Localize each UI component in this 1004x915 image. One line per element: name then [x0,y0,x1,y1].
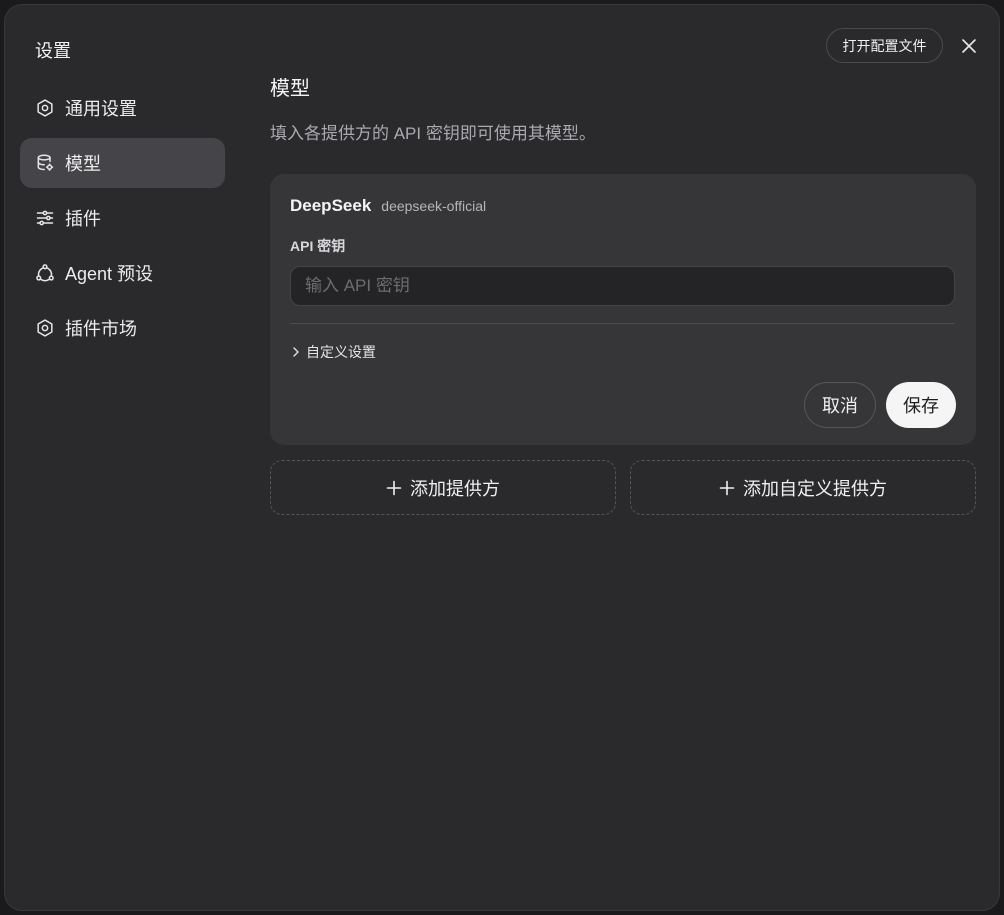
gear-icon [35,318,55,338]
add-provider-label: 添加提供方 [410,478,500,499]
sidebar-item-label: 通用设置 [65,99,137,119]
sidebar-item-plugins[interactable]: 插件 [20,193,225,243]
close-icon [962,39,976,53]
api-key-input[interactable] [290,266,955,306]
chevron-right-icon [290,346,302,358]
provider-name: DeepSeek [290,196,372,215]
gear-icon [35,98,55,118]
agent-icon [35,263,55,283]
sidebar-item-general[interactable]: 通用设置 [20,83,225,133]
dialog-title: 设置 [35,41,71,61]
main-panel: 模型 填入各提供方的 API 密钥即可使用其模型。 DeepSeek deeps… [270,75,976,515]
settings-dialog: 设置 打开配置文件 通用设置 模型 插件 Agent 预设 插件市场 模型 填入… [4,4,1000,911]
custom-settings-toggle[interactable]: 自定义设置 [290,342,376,362]
page-title: 模型 [270,78,310,100]
card-actions: 取消 保存 [804,382,956,428]
plus-icon [719,480,735,496]
sidebar-item-label: Agent 预设 [65,264,154,284]
sliders-icon [35,208,55,228]
database-icon [35,153,55,173]
add-custom-provider-label: 添加自定义提供方 [743,478,887,499]
provider-id: deepseek-official [381,198,487,214]
cancel-button[interactable]: 取消 [804,382,876,428]
api-key-label: API 密钥 [290,238,346,254]
add-provider-button[interactable]: 添加提供方 [270,460,616,515]
sidebar-item-agent-presets[interactable]: Agent 预设 [20,248,225,298]
custom-settings-label: 自定义设置 [306,344,376,360]
sidebar: 通用设置 模型 插件 Agent 预设 插件市场 [20,83,225,358]
close-button[interactable] [957,34,981,58]
page-description: 填入各提供方的 API 密钥即可使用其模型。 [270,124,596,143]
provider-card: DeepSeek deepseek-official API 密钥 自定义设置 … [270,174,976,445]
save-button[interactable]: 保存 [886,382,956,428]
open-config-button[interactable]: 打开配置文件 [826,28,943,63]
divider [290,323,955,324]
sidebar-item-plugin-market[interactable]: 插件市场 [20,303,225,353]
sidebar-item-models[interactable]: 模型 [20,138,225,188]
add-custom-provider-button[interactable]: 添加自定义提供方 [630,460,976,515]
add-provider-row: 添加提供方 添加自定义提供方 [270,460,976,515]
sidebar-item-label: 插件市场 [65,319,137,339]
plus-icon [386,480,402,496]
provider-header: DeepSeek deepseek-official [290,196,956,216]
sidebar-item-label: 模型 [65,154,101,174]
sidebar-item-label: 插件 [65,209,101,229]
